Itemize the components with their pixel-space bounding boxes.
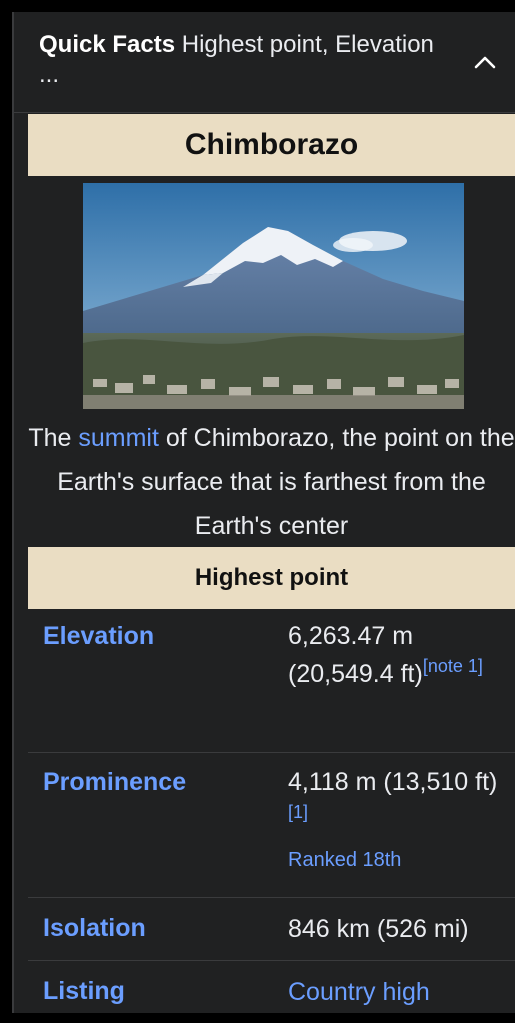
elevation-value-text: 6,263.47 m (20,549.4 ft) — [288, 622, 423, 688]
quick-facts-panel: Quick Facts Highest point, Elevation ...… — [12, 12, 515, 1013]
section-highest-point: Highest point — [28, 547, 515, 609]
elevation-value: 6,263.47 m (20,549.4 ft)[note 1] — [288, 617, 508, 693]
row-listing: Listing Country high — [28, 961, 515, 1013]
isolation-label[interactable]: Isolation — [43, 914, 146, 943]
header-text: Quick Facts Highest point, Elevation ... — [39, 30, 439, 90]
prominence-label[interactable]: Prominence — [43, 768, 186, 797]
listing-label[interactable]: Listing — [43, 977, 125, 1006]
elevation-ref[interactable]: [note 1] — [423, 656, 483, 676]
listing-value-link[interactable]: Country high — [288, 973, 508, 1011]
row-elevation: Elevation 6,263.47 m (20,549.4 ft)[note … — [28, 609, 515, 753]
prominence-value-text: 4,118 m (13,510 ft) — [288, 768, 498, 796]
row-prominence: Prominence 4,118 m (13,510 ft) [1] Ranked… — [28, 753, 515, 898]
image-caption: The summit of Chimborazo, the point on t… — [28, 416, 515, 548]
infobox-title: Chimborazo — [28, 114, 515, 176]
prominence-rank-link[interactable]: Ranked 18th — [288, 841, 508, 879]
elevation-label[interactable]: Elevation — [43, 622, 154, 651]
prominence-ref[interactable]: [1] — [288, 802, 308, 822]
chevron-up-icon[interactable] — [471, 50, 499, 74]
row-isolation: Isolation 846 km (526 mi) — [28, 898, 515, 961]
prominence-value: 4,118 m (13,510 ft) [1] Ranked 18th — [288, 763, 508, 879]
header-bold: Quick Facts — [39, 31, 176, 58]
quick-facts-header[interactable]: Quick Facts Highest point, Elevation ... — [14, 12, 515, 113]
caption-pre: The — [28, 424, 79, 452]
chimborazo-photo[interactable] — [83, 183, 464, 409]
summit-link[interactable]: summit — [78, 424, 159, 452]
isolation-value: 846 km (526 mi) — [288, 915, 469, 943]
